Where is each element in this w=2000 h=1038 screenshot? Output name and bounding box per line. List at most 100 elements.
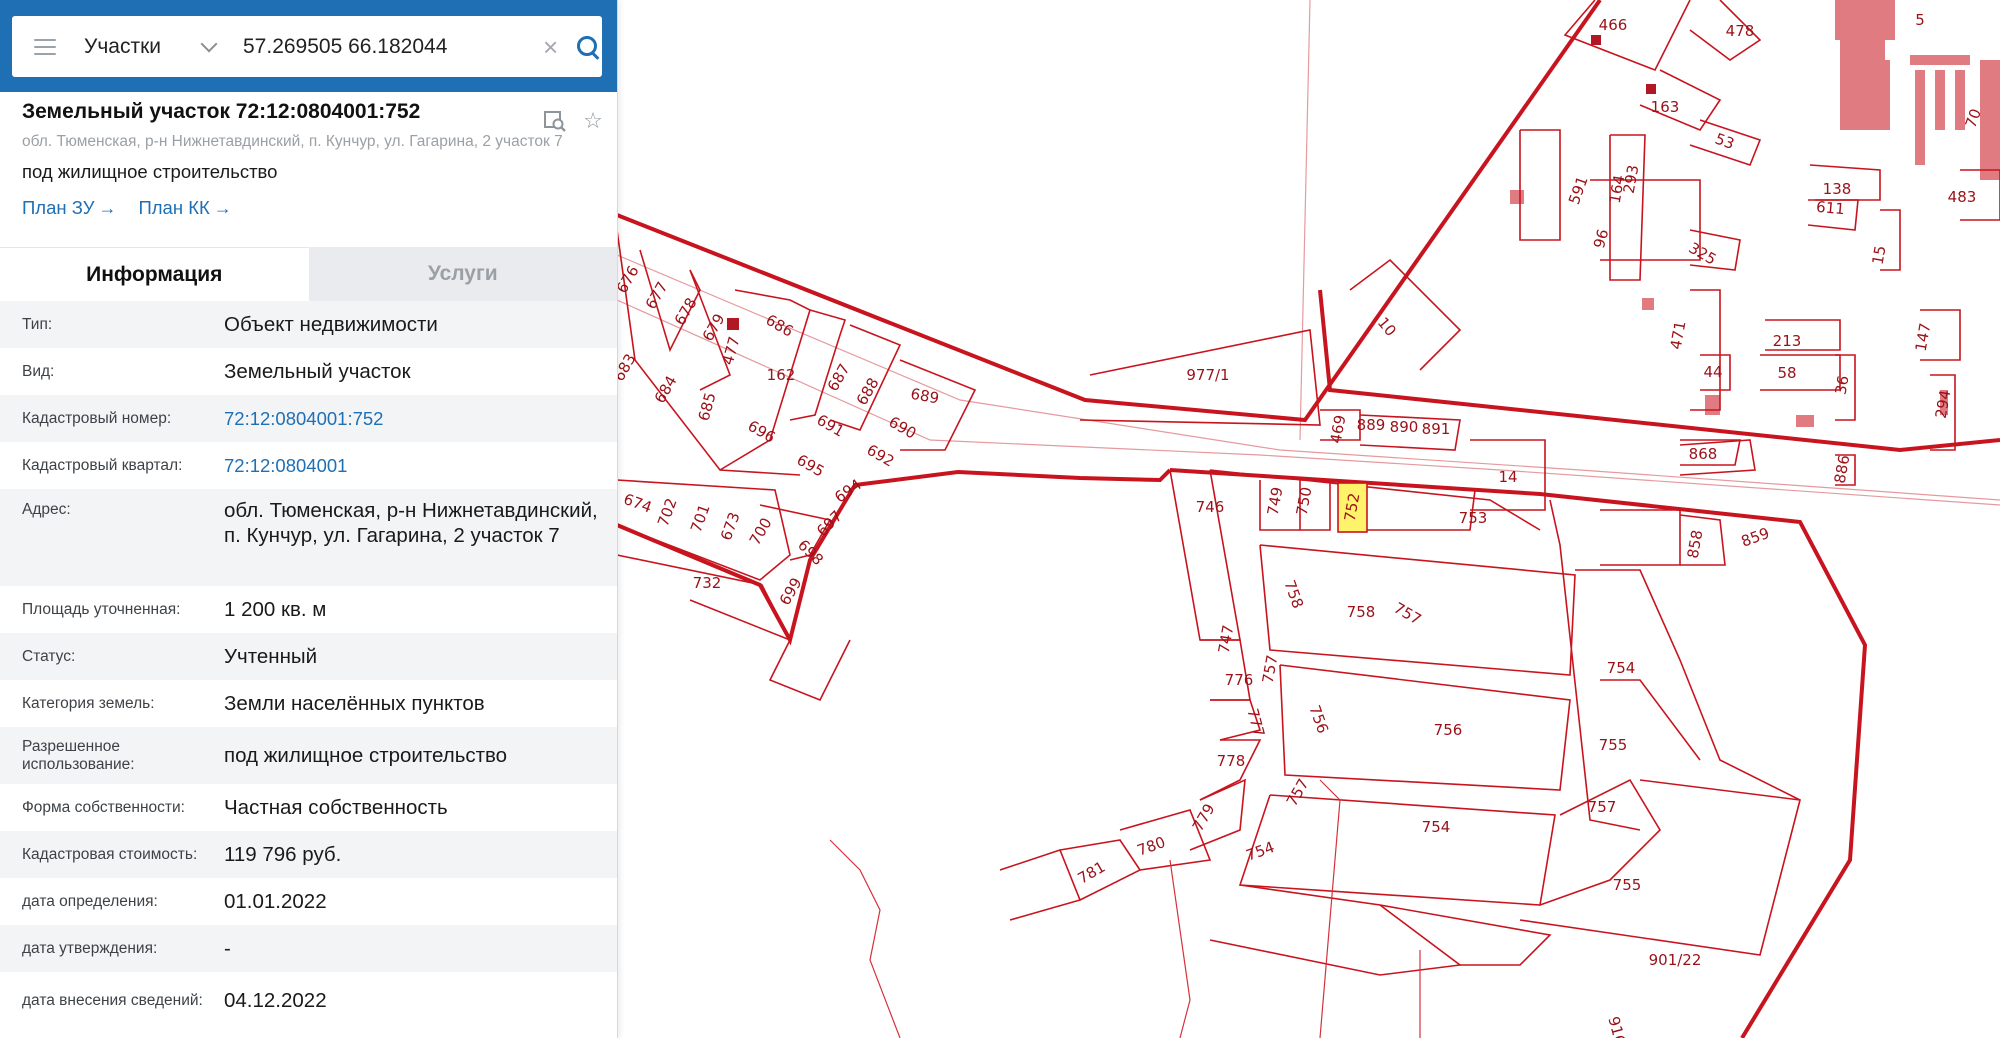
parcel-number-label: 686 xyxy=(763,311,797,341)
info-row-label: Категория земель: xyxy=(22,694,155,712)
parcel-number-label: 684 xyxy=(651,373,681,407)
hamburger-menu-icon[interactable] xyxy=(34,38,56,55)
info-row-label: Площадь уточненная: xyxy=(22,600,181,618)
map-parcel xyxy=(1379,904,1552,966)
map-building xyxy=(1935,70,1945,130)
info-row: Статус: Учтенный xyxy=(0,633,617,680)
parcel-number-label: 889 xyxy=(1357,416,1386,434)
map-building xyxy=(1910,55,1970,65)
parcel-number-label: 779 xyxy=(1189,801,1219,835)
info-row: Кадастровый номер: 72:12:0804001:752 xyxy=(0,395,617,442)
info-row: дата внесения сведений: 04.12.2022 xyxy=(0,972,617,1029)
info-row-label: дата утверждения: xyxy=(22,939,158,957)
info-row-value: 01.01.2022 xyxy=(224,890,327,913)
info-row-value: обл. Тюменская, р-н Нижнетавдинский, п. … xyxy=(224,499,598,547)
page-title: Земельный участок 72:12:0804001:752 xyxy=(22,100,421,123)
info-row: Вид: Земельный участок xyxy=(0,348,617,395)
parcel-number-label: 677 xyxy=(642,279,672,313)
info-row-value: 1 200 кв. м xyxy=(224,598,327,621)
search-input[interactable] xyxy=(241,33,525,60)
info-row-label: Форма собственности: xyxy=(22,798,185,816)
category-select[interactable]: Участки xyxy=(84,35,219,59)
parcel-number-label: 674 xyxy=(621,490,654,517)
plan-kk-link[interactable]: План КК → xyxy=(138,197,231,219)
parcel-number-label: 757 xyxy=(1259,653,1282,684)
map-parcel xyxy=(1760,354,1841,391)
tab-information[interactable]: Информация xyxy=(0,247,309,301)
info-row-link[interactable]: 72:12:0804001 xyxy=(224,453,347,478)
map-parcel xyxy=(616,554,792,642)
info-row-value: 04.12.2022 xyxy=(224,989,327,1012)
parcel-number-label: 164 xyxy=(1606,173,1629,204)
parcel-number-label: 58 xyxy=(1777,364,1796,382)
parcel-number-label: 916 xyxy=(1604,1015,1629,1038)
info-row-label: Разрешенное использование: xyxy=(22,737,135,773)
map-building xyxy=(1980,60,2000,180)
info-row-label: Вид: xyxy=(22,362,55,380)
map-parcel xyxy=(1690,289,1721,411)
parcel-info-panel: Участки × Земельный участок 72:12:080400… xyxy=(0,0,618,1038)
map-parcel xyxy=(1609,134,1646,281)
info-row-value: Учтенный xyxy=(224,645,318,668)
parcel-number-label: 691 xyxy=(814,411,848,441)
info-row: Разрешенное использование: под жилищное с… xyxy=(0,727,617,784)
chevron-left-icon: ‹ xyxy=(623,33,632,58)
search-box: Участки × xyxy=(12,16,602,77)
parcel-number-label: 591 xyxy=(1565,174,1592,207)
info-row-value: 119 796 руб. xyxy=(224,843,342,866)
parcel-number-label: 756 xyxy=(1305,703,1332,736)
parcel-number-label: 36 xyxy=(1832,374,1853,396)
info-row: Площадь уточненная: 1 200 кв. м xyxy=(0,586,617,633)
parcel-number-label: 859 xyxy=(1739,524,1772,551)
info-row-label: Адрес: xyxy=(22,501,71,518)
parcel-number-label: 53 xyxy=(1713,130,1737,153)
map-building xyxy=(1915,70,1925,165)
parcel-number-label: 689 xyxy=(909,385,940,408)
parcel-purpose: под жилищное строительство xyxy=(22,161,278,182)
close-icon[interactable]: × xyxy=(543,34,558,60)
parcel-number-label: 732 xyxy=(693,574,722,592)
plan-links: План ЗУ → План КК → xyxy=(22,197,602,219)
search-icon[interactable] xyxy=(576,35,600,60)
parcel-number-label: 750 xyxy=(1293,485,1316,516)
info-row-link[interactable]: 72:12:0804001:752 xyxy=(224,406,383,431)
parcel-number-label: 687 xyxy=(824,361,854,395)
map-parcel xyxy=(1238,794,1556,906)
boundary-line xyxy=(616,0,1602,423)
parcel-number-label: 758 xyxy=(1347,603,1376,621)
map-parcel xyxy=(1169,469,1241,641)
parcel-number-label: 757 xyxy=(1391,599,1425,629)
parcel-number-label: 685 xyxy=(695,391,720,423)
info-table: Тип: Объект недвижимости Вид: Земельный уча… xyxy=(0,301,617,1029)
parcel-number-label: 213 xyxy=(1773,332,1802,350)
map-parcel xyxy=(1563,0,1691,72)
parcel-number-label: 781 xyxy=(1075,858,1109,888)
parcel-number-label: 44 xyxy=(1703,363,1722,381)
info-row-value: Земельный участок xyxy=(224,360,411,383)
parcel-number-label: 690 xyxy=(886,413,920,443)
map-building xyxy=(1705,395,1720,415)
parcel-number-label: 755 xyxy=(1613,876,1642,894)
info-row: Категория земель: Земли населённых пункто… xyxy=(0,680,617,727)
star-icon[interactable]: ☆ xyxy=(581,109,605,133)
parcel-number-label: 14 xyxy=(1498,468,1517,486)
parcel-number-label: 700 xyxy=(746,515,776,549)
zoom-to-object-icon[interactable] xyxy=(543,109,567,133)
map-building xyxy=(1796,415,1814,427)
parcel-number-label: 756 xyxy=(1434,721,1463,739)
parcel-number-label: 701 xyxy=(687,502,714,535)
parcel-number-label: 757 xyxy=(1283,776,1313,810)
collapse-panel-button[interactable]: ‹ xyxy=(617,20,638,72)
parcel-number-label: 5 xyxy=(1915,11,1925,29)
info-row-label: дата внесения сведений: xyxy=(22,991,203,1009)
parcel-number-label: 466 xyxy=(1599,16,1628,34)
parcel-number-label: 868 xyxy=(1689,445,1718,463)
info-row-value: Частная собственность xyxy=(224,796,448,819)
parcel-number-label: 753 xyxy=(1459,509,1488,527)
map-parcel xyxy=(829,839,901,1038)
map-parcel xyxy=(1519,779,1802,956)
plan-zu-link[interactable]: План ЗУ → xyxy=(22,197,116,219)
info-row-value: Земли населённых пунктов xyxy=(224,692,485,715)
map-building xyxy=(727,318,739,330)
tab-services[interactable]: Услуги xyxy=(308,247,617,301)
